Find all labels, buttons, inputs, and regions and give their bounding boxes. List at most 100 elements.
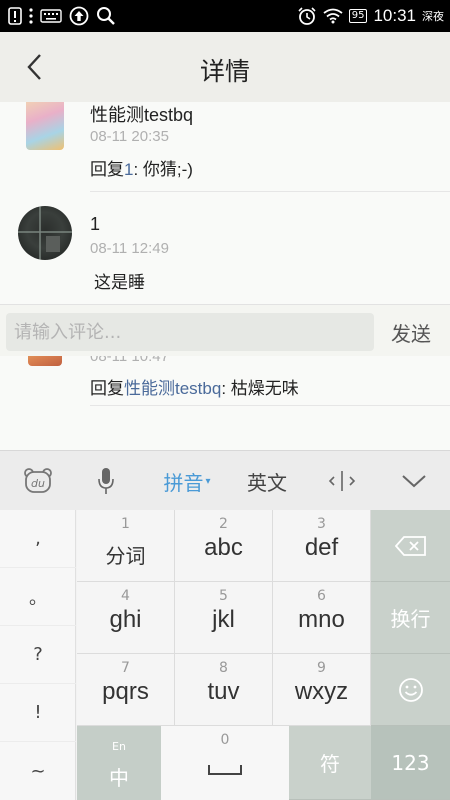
key-number: 7 <box>121 660 130 676</box>
comment-input[interactable] <box>6 313 374 351</box>
key-3[interactable]: 3 def <box>273 510 371 582</box>
key-number: 6 <box>317 588 326 604</box>
tab-pinyin-label: 拼音 <box>163 470 204 495</box>
tab-english[interactable]: 英文 <box>232 451 302 511</box>
enter-label: 换行 <box>390 607 431 631</box>
key-label: ghi <box>109 606 142 633</box>
key-8[interactable]: 8 tuv <box>175 654 273 726</box>
comment-text: 回复性能测testbq: 枯燥无味 <box>90 374 299 399</box>
punctuation-column[interactable]: , 。 ? ! ~ <box>0 510 76 800</box>
space-icon <box>208 765 242 775</box>
more-vert-icon <box>29 5 33 27</box>
key-number: 3 <box>317 516 326 532</box>
page-title: 详情 <box>199 57 250 86</box>
key-5[interactable]: 5 jkl <box>175 582 273 654</box>
key-number: 8 <box>219 660 228 676</box>
key-label: jkl <box>212 606 235 633</box>
punct-key[interactable]: 。 <box>0 568 76 626</box>
lang-primary: 中 <box>109 766 129 790</box>
comment-body: 枯燥无味 <box>230 379 299 398</box>
key-6[interactable]: 6 mno <box>273 582 371 654</box>
chevron-down-icon <box>402 475 426 488</box>
punct-key[interactable]: , <box>0 510 76 568</box>
backspace-icon <box>394 535 426 556</box>
lang-secondary: En <box>112 740 126 753</box>
tab-pinyin[interactable]: 拼音 ▾ <box>152 451 222 511</box>
language-switch-key[interactable]: En 中 <box>77 726 161 800</box>
key-label: def <box>304 534 339 561</box>
key-label: pqrs <box>102 678 149 705</box>
cursor-move-icon <box>328 471 356 491</box>
app-header: 详情 <box>0 32 450 102</box>
backspace-key[interactable] <box>371 510 450 582</box>
comment-list[interactable]: 性能测testbq 08-11 20:35 回复1: 你猜;-) 1 08-11… <box>0 102 450 450</box>
alarm-icon <box>297 5 317 27</box>
comment-body: 你猜;-) <box>142 160 193 179</box>
upload-icon <box>69 5 89 27</box>
svg-text:du: du <box>31 477 45 490</box>
key-label: 分词 <box>105 546 146 568</box>
key-7[interactable]: 7 pqrs <box>77 654 175 726</box>
key-number: 9 <box>317 660 326 676</box>
search-icon <box>96 5 116 27</box>
enter-key[interactable]: 换行 <box>371 582 450 654</box>
key-label: wxyz <box>294 678 349 705</box>
battery-level: 95 <box>348 9 368 23</box>
comment-item[interactable]: 性能测testbq 08-11 20:35 回复1: 你猜;-) <box>0 102 450 192</box>
avatar[interactable] <box>18 206 72 260</box>
comment-time: 08-11 12:49 <box>90 240 169 257</box>
battery-icon: 95 <box>348 5 368 27</box>
key-1[interactable]: 1 分词 <box>77 510 175 582</box>
clock: 10:31 <box>373 6 416 25</box>
symbol-label: 符 <box>320 752 340 776</box>
numeric-key[interactable]: 123 <box>371 726 450 800</box>
keyboard-icon <box>40 5 62 27</box>
keyboard: , 。 ? ! ~ 1 分词 2 abc 3 def 4 ghi 5 jkl 6… <box>0 510 450 800</box>
key-4[interactable]: 4 ghi <box>77 582 175 654</box>
key-number: 4 <box>121 588 130 604</box>
key-number: 2 <box>219 516 228 532</box>
punct-key[interactable]: ~ <box>0 742 76 800</box>
symbol-key[interactable]: 符 <box>289 726 371 800</box>
reply-separator: : <box>221 379 231 398</box>
reply-prefix: 回复 <box>90 379 124 398</box>
avatar[interactable] <box>26 102 64 150</box>
key-label: abc <box>204 534 243 561</box>
key-number: 0 <box>220 732 230 748</box>
punct-key[interactable]: ! <box>0 684 76 742</box>
divider <box>90 405 450 406</box>
emoji-key[interactable] <box>371 654 450 726</box>
punct-key[interactable]: ? <box>0 626 76 684</box>
comment-body: 这是睡 <box>94 273 145 292</box>
comment-input-bar: 发送 <box>0 304 450 356</box>
microphone-icon <box>98 468 114 494</box>
smiley-icon <box>398 677 423 702</box>
key-number: 5 <box>219 588 228 604</box>
wifi-icon <box>323 5 343 27</box>
reply-separator: : <box>133 160 143 179</box>
comment-text: 这是睡 <box>94 268 145 293</box>
status-bar: 95 10:31 深夜 <box>0 0 450 32</box>
ime-logo-button[interactable]: du <box>8 451 68 511</box>
du-bear-icon: du <box>24 468 52 493</box>
keyboard-toolbar: du 拼音 ▾ 英文 <box>0 450 450 510</box>
reply-target[interactable]: 性能测testbq <box>124 379 221 398</box>
numeric-label: 123 <box>391 750 430 775</box>
key-2[interactable]: 2 abc <box>175 510 273 582</box>
voice-input-button[interactable] <box>76 451 136 511</box>
send-button[interactable]: 发送 <box>378 313 444 351</box>
comment-author[interactable]: 性能测testbq <box>90 102 193 127</box>
key-9[interactable]: 9 wxyz <box>273 654 371 726</box>
comment-item[interactable]: 1 08-11 12:49 这是睡 <box>0 202 450 298</box>
space-key[interactable]: 0 <box>161 726 289 800</box>
key-label: tuv <box>207 678 240 705</box>
comment-author[interactable]: 1 <box>90 214 100 235</box>
collapse-keyboard-button[interactable] <box>384 451 444 511</box>
comment-text: 回复1: 你猜;-) <box>90 155 193 180</box>
cursor-move-button[interactable] <box>312 451 372 511</box>
night-mode-label: 深夜 <box>422 10 444 23</box>
caret-down-icon: ▾ <box>205 475 211 487</box>
key-number: 1 <box>121 516 130 532</box>
divider <box>90 191 450 192</box>
comment-time: 08-11 20:35 <box>90 128 169 145</box>
